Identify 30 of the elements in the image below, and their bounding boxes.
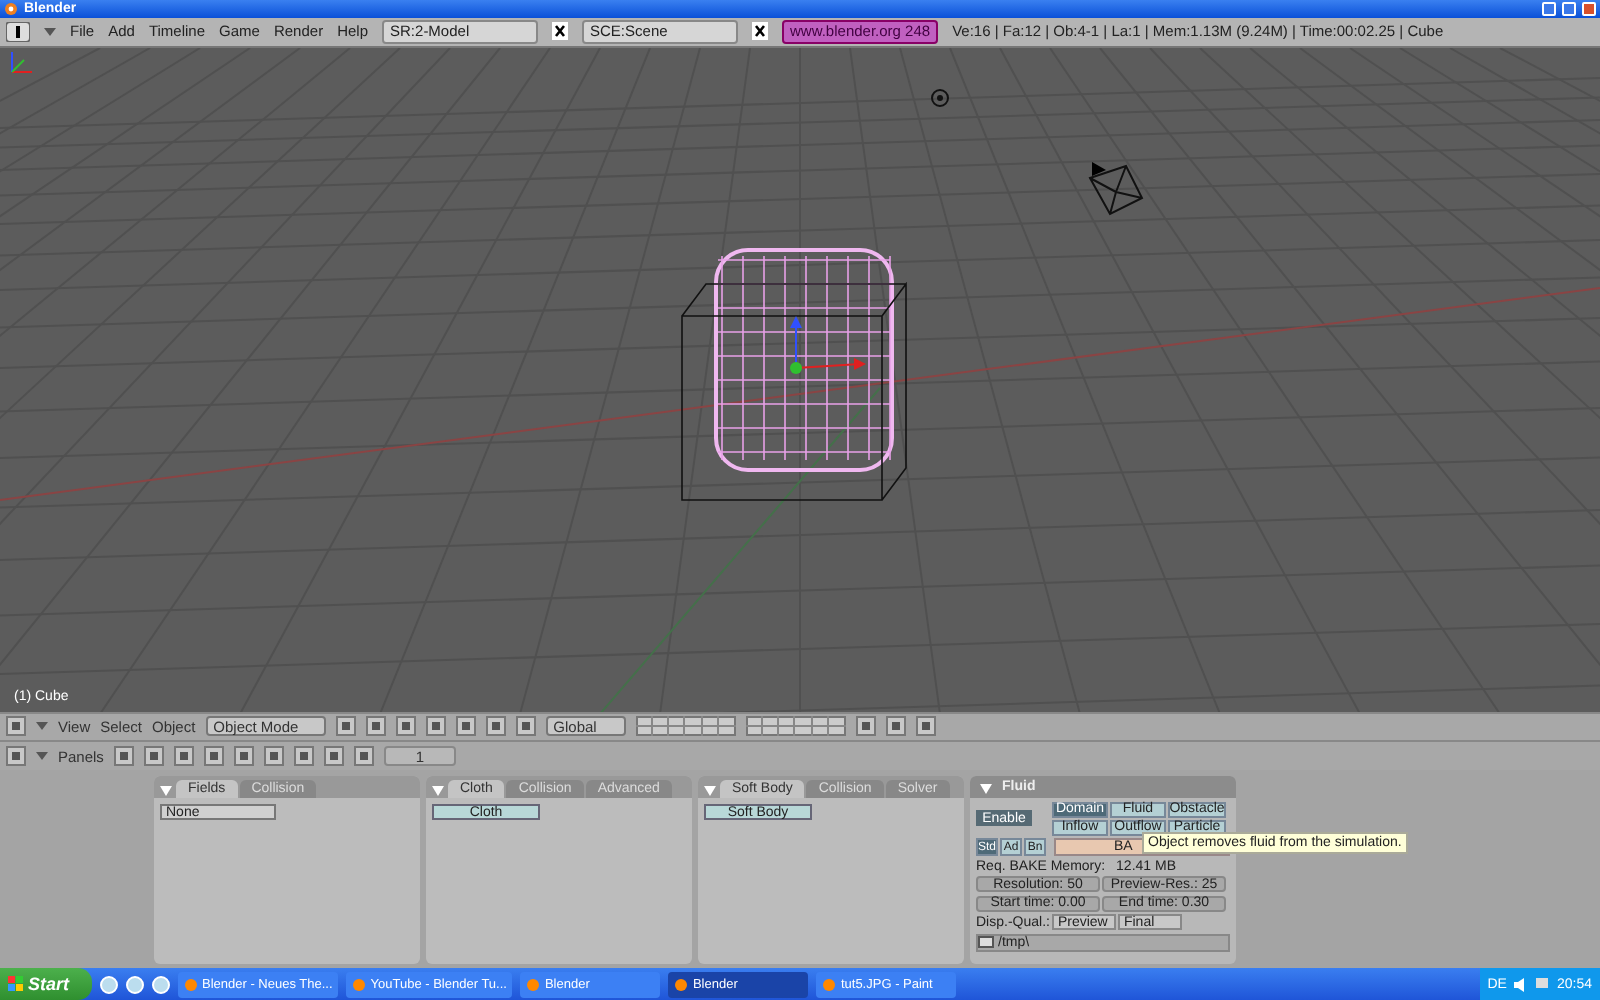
transform-gizmo-icon xyxy=(788,311,868,376)
start-label: Start xyxy=(28,974,70,994)
triangle-icon[interactable] xyxy=(44,25,56,38)
close-button[interactable] xyxy=(1582,1,1596,16)
maximize-button[interactable] xyxy=(1562,1,1576,16)
blender-logo-icon xyxy=(4,1,18,16)
app-icon xyxy=(184,977,198,991)
info-icon[interactable] xyxy=(6,21,30,42)
layers-grid-icon[interactable] xyxy=(635,716,736,737)
triangle-icon[interactable] xyxy=(36,720,48,733)
triangle-icon[interactable] xyxy=(36,750,48,763)
collapse-triangle-icon[interactable] xyxy=(158,782,174,799)
lamp-icon xyxy=(930,87,950,108)
app-icon xyxy=(822,977,837,991)
layers-grid-icon[interactable] xyxy=(745,716,846,737)
app-icon xyxy=(352,977,367,991)
collapse-triangle-icon[interactable] xyxy=(978,779,994,796)
folder-icon[interactable] xyxy=(978,934,994,951)
app-icon xyxy=(526,977,541,991)
network-icon[interactable] xyxy=(1534,976,1551,992)
close-icon[interactable] xyxy=(552,22,569,41)
speaker-icon[interactable] xyxy=(1512,976,1529,992)
collapse-triangle-icon[interactable] xyxy=(702,782,718,799)
windows-logo-icon[interactable] xyxy=(8,976,24,992)
collapse-triangle-icon[interactable] xyxy=(430,782,446,799)
app-icon xyxy=(674,977,689,991)
axes-icon xyxy=(8,47,36,76)
camera-icon xyxy=(1086,161,1146,218)
minimize-button[interactable] xyxy=(1542,1,1556,16)
close-icon[interactable] xyxy=(752,22,769,41)
